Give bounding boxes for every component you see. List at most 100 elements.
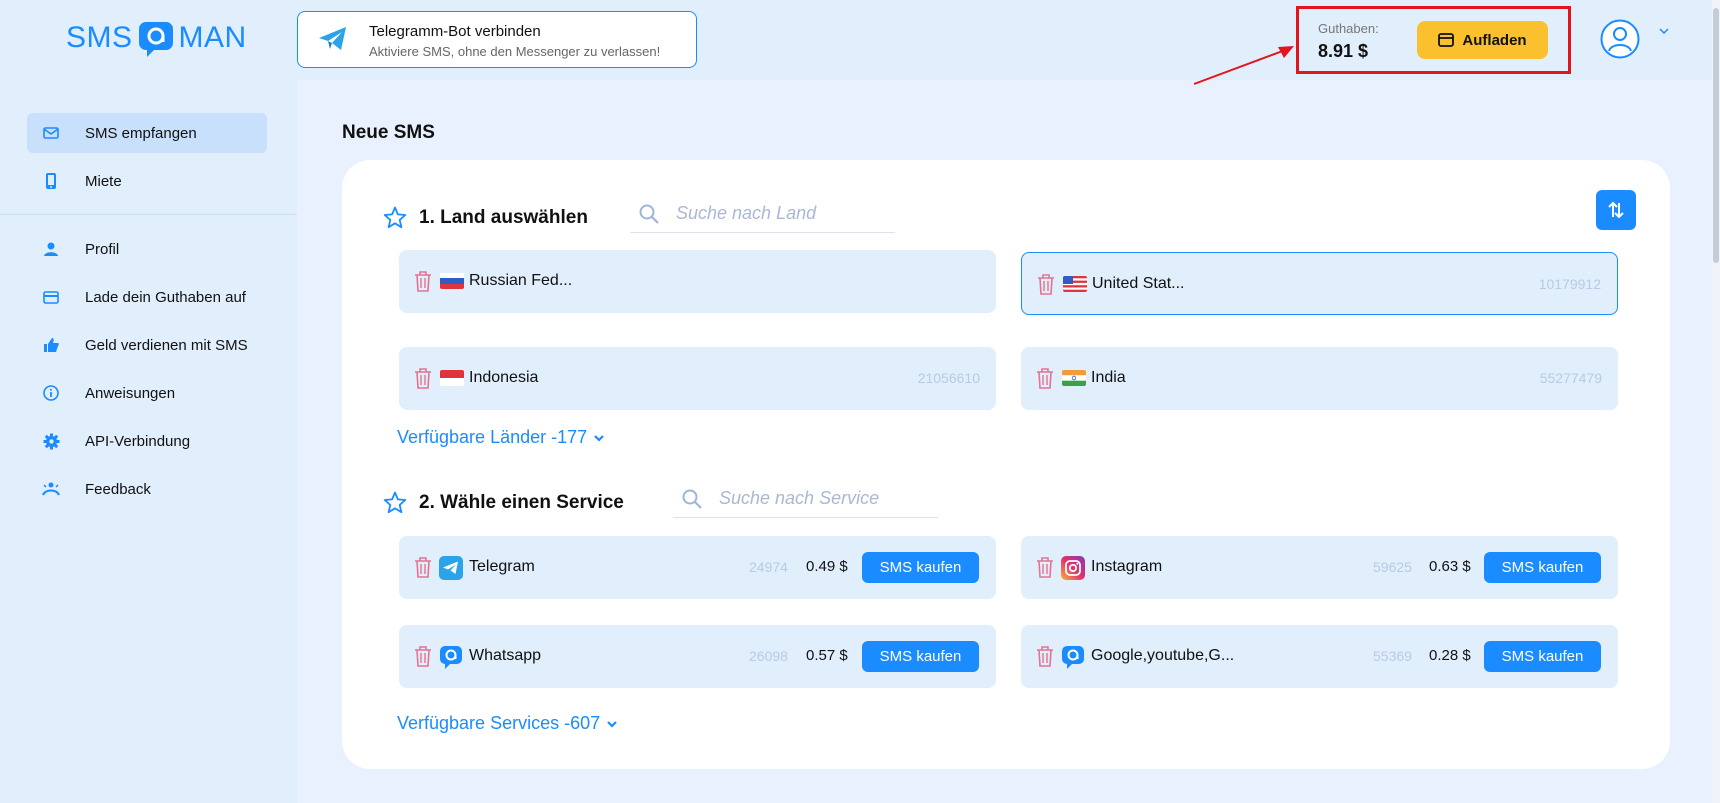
sidebar-item-anweisungen[interactable]: Anweisungen xyxy=(27,373,267,413)
sidebar-item-sms-empfangen[interactable]: SMS empfangen xyxy=(27,113,267,153)
country-count: 10179912 xyxy=(1538,276,1601,292)
sidebar-item-feedback[interactable]: Feedback xyxy=(27,469,267,509)
banner-title: Telegramm-Bot verbinden xyxy=(369,23,541,40)
sidebar-item-profil[interactable]: Profil xyxy=(27,229,267,269)
sidebar-item-guthaben[interactable]: Lade dein Guthaben auf xyxy=(27,277,267,317)
logo-mark-icon xyxy=(137,20,175,57)
country-tile-united-states[interactable]: United Stat... 10179912 xyxy=(1021,252,1618,315)
country-name: United Stat... xyxy=(1092,275,1185,292)
more-countries-label: Verfügbare Länder -177 xyxy=(397,427,588,447)
sidebar: SMS empfangen Miete Profil Lade dein Gut… xyxy=(0,80,297,803)
thumbs-up-icon xyxy=(41,335,61,355)
buy-sms-button[interactable]: SMS kaufen xyxy=(1484,552,1601,583)
sidebar-item-api[interactable]: API-Verbindung xyxy=(27,421,267,461)
page-scrollbar[interactable] xyxy=(1712,0,1720,803)
telegram-bot-banner[interactable]: Telegramm-Bot verbinden Aktiviere SMS, o… xyxy=(297,11,697,68)
swap-order-button[interactable] xyxy=(1596,190,1636,230)
service-price: 0.63 $ xyxy=(1429,558,1471,575)
star-icon[interactable] xyxy=(383,206,407,229)
annotation-arrow-icon xyxy=(1193,46,1294,85)
trash-icon[interactable] xyxy=(1035,645,1055,668)
service-count: 59625 xyxy=(1373,559,1412,575)
info-icon xyxy=(41,383,61,403)
sidebar-item-label: Lade dein Guthaben auf xyxy=(85,288,246,306)
logo-text-left: SMS xyxy=(66,21,133,54)
scrollbar-thumb[interactable] xyxy=(1713,8,1719,263)
balance-label: Guthaben: xyxy=(1318,21,1379,36)
more-countries-link[interactable]: Verfügbare Länder -177 xyxy=(397,427,605,448)
service-name: Google,youtube,G... xyxy=(1091,647,1235,664)
topup-button[interactable]: Aufladen xyxy=(1417,21,1548,59)
country-name: Russian Fed... xyxy=(469,272,573,289)
service-count: 26098 xyxy=(749,648,788,664)
swap-arrows-icon xyxy=(1608,201,1624,219)
service-name: Instagram xyxy=(1091,558,1163,575)
service-name: Telegram xyxy=(469,558,535,575)
country-tile-indonesia[interactable]: Indonesia 21056610 xyxy=(399,347,996,410)
sidebar-item-label: Miete xyxy=(85,172,122,190)
service-tile-instagram[interactable]: Instagram 59625 0.63 $ SMS kaufen xyxy=(1021,536,1618,599)
logo-text-right: MAN xyxy=(178,21,247,54)
more-services-link[interactable]: Verfügbare Services -607 xyxy=(397,713,618,734)
flag-indonesia-icon xyxy=(440,370,464,386)
service-price: 0.57 $ xyxy=(806,647,848,664)
card-icon xyxy=(1438,33,1455,47)
country-count: 21056610 xyxy=(917,370,980,386)
more-services-label: Verfügbare Services -607 xyxy=(397,713,601,733)
country-tile-russia[interactable]: Russian Fed... xyxy=(399,250,996,313)
topup-label: Aufladen xyxy=(1462,31,1527,49)
telegram-icon xyxy=(318,26,348,57)
sidebar-divider xyxy=(0,214,297,215)
star-icon[interactable] xyxy=(383,491,407,514)
service-name: Whatsapp xyxy=(469,647,542,664)
service-section-label: 2. Wähle einen Service xyxy=(419,491,624,513)
sidebar-item-geld-verdienen[interactable]: Geld verdienen mit SMS xyxy=(27,325,267,365)
country-section-title: 1. Land auswählen xyxy=(383,206,588,229)
chevron-down-icon[interactable] xyxy=(1658,26,1670,36)
gear-icon xyxy=(41,431,61,451)
trash-icon[interactable] xyxy=(413,556,433,579)
chevron-down-icon xyxy=(594,434,604,442)
country-section-label: 1. Land auswählen xyxy=(419,206,588,228)
trash-icon[interactable] xyxy=(413,270,433,293)
trash-icon[interactable] xyxy=(413,645,433,668)
smsman-service-icon xyxy=(439,645,463,669)
service-tile-google[interactable]: Google,youtube,G... 55369 0.28 $ SMS kau… xyxy=(1021,625,1618,688)
service-search-input[interactable]: Suche nach Service xyxy=(673,480,938,518)
buy-sms-button[interactable]: SMS kaufen xyxy=(1484,641,1601,672)
search-icon xyxy=(639,204,659,224)
user-avatar-icon xyxy=(1600,19,1640,59)
balance-value: 8.91 $ xyxy=(1318,41,1369,61)
smsman-service-icon xyxy=(1061,645,1085,669)
flag-india-icon xyxy=(1062,370,1086,386)
sidebar-item-label: Geld verdienen mit SMS xyxy=(85,336,248,354)
country-name: Indonesia xyxy=(469,369,539,386)
phone-icon xyxy=(41,171,61,191)
sidebar-item-miete[interactable]: Miete xyxy=(27,161,267,201)
avatar[interactable] xyxy=(1600,19,1640,59)
service-tile-whatsapp[interactable]: Whatsapp 26098 0.57 $ SMS kaufen xyxy=(399,625,996,688)
trash-icon[interactable] xyxy=(413,367,433,390)
country-tile-india[interactable]: India 55277479 xyxy=(1021,347,1618,410)
service-tile-telegram[interactable]: Telegram 24974 0.49 $ SMS kaufen xyxy=(399,536,996,599)
logo[interactable]: SMS MAN xyxy=(66,20,247,57)
instagram-icon xyxy=(1061,556,1085,580)
trash-icon[interactable] xyxy=(1036,273,1056,296)
country-count: 55277479 xyxy=(1539,370,1602,386)
buy-sms-button[interactable]: SMS kaufen xyxy=(862,552,979,583)
card-icon xyxy=(41,287,61,307)
country-search-input[interactable]: Suche nach Land xyxy=(630,195,895,233)
service-count: 55369 xyxy=(1373,648,1412,664)
sidebar-item-label: Profil xyxy=(85,240,120,258)
buy-sms-button[interactable]: SMS kaufen xyxy=(862,641,979,672)
trash-icon[interactable] xyxy=(1035,367,1055,390)
trash-icon[interactable] xyxy=(1035,556,1055,579)
banner-subtitle: Aktiviere SMS, ohne den Messenger zu ver… xyxy=(369,44,661,59)
sidebar-item-label: Feedback xyxy=(85,480,151,498)
flag-russia-icon xyxy=(440,273,464,289)
top-bar: SMS MAN Telegramm-Bot verbinden Aktivier… xyxy=(0,0,1720,85)
sidebar-item-label: Anweisungen xyxy=(85,384,176,402)
service-section-title: 2. Wähle einen Service xyxy=(383,491,624,514)
page-title: Neue SMS xyxy=(342,122,435,143)
search-icon xyxy=(682,489,702,509)
